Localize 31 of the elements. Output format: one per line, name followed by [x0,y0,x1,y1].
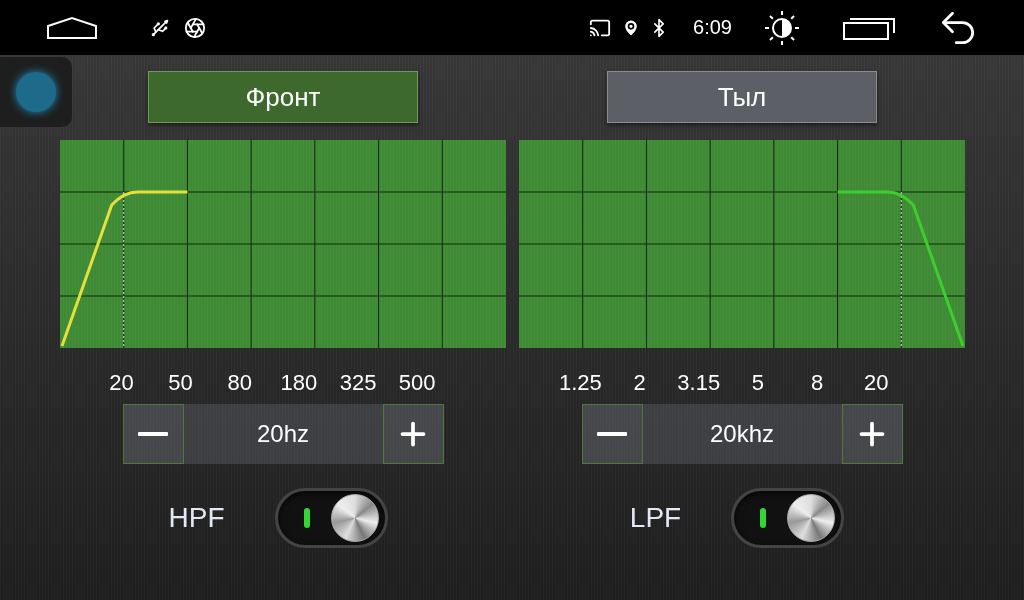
tab[interactable]: Тыл [607,71,877,123]
toggle-switch[interactable] [274,488,388,548]
frequency-value: 20khz [642,404,842,464]
filter-label: HPF [168,502,225,534]
clock-time: 6:09 [693,16,732,39]
minus-button[interactable] [122,404,184,464]
plus-button[interactable] [382,404,444,464]
minus-icon [138,432,168,436]
axis-label: 3.15 [676,370,722,396]
axis-label: 8 [809,370,825,396]
axis-label: 20 [108,370,135,396]
filter-label: LPF [629,502,682,534]
floating-ball-button[interactable] [0,57,72,127]
plus-button[interactable] [841,404,903,464]
axis-label: 500 [397,370,437,396]
aperture-icon [184,16,206,39]
home-icon[interactable] [46,15,98,40]
tab[interactable]: Фронт [148,71,418,123]
usb-icon [150,17,170,38]
minus-button[interactable] [581,404,643,464]
minus-icon [597,432,627,436]
frequency-value: 20hz [183,404,383,464]
axis-label: 5 [750,370,765,396]
axis-label: 50 [167,370,194,396]
toggle-switch[interactable] [731,488,845,548]
axis-label: 325 [338,370,378,396]
axis-label: 1.25 [558,370,603,396]
axis-label: 80 [226,370,253,396]
axis-label: 180 [279,370,319,396]
axis-label: 20 [862,370,890,396]
axis-label: 2 [632,370,647,396]
